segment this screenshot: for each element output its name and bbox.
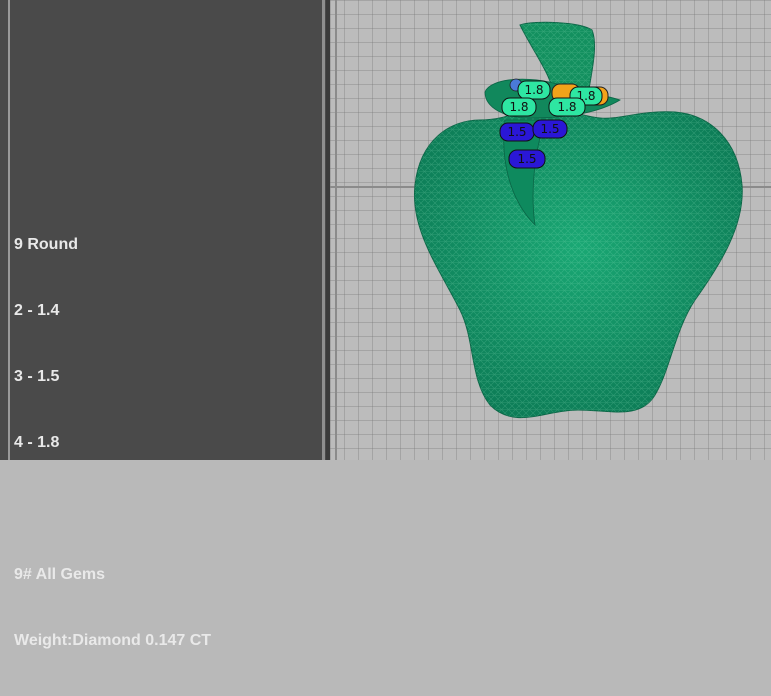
panel-right-border (322, 0, 325, 460)
gem-label-text: 1.5 (507, 125, 526, 139)
info-line: 9# All Gems (14, 566, 106, 583)
3d-viewport[interactable]: 1.8 1.8 1.8 1.8 1.5 1.5 1.5 (330, 0, 771, 460)
properties-panel: 9 Round 2 - 1.4 3 - 1.5 4 - 1.8 9# All G… (0, 0, 330, 649)
info-line: 3 - 1.5 (14, 368, 60, 385)
info-line: 9 Round (14, 236, 78, 253)
gem-labels-layer: 1.8 1.8 1.8 1.8 1.5 1.5 1.5 (499, 78, 609, 169)
info-line: Weight:Diamond 0.147 CT (14, 632, 212, 649)
gem-label[interactable]: 1.8 (501, 97, 537, 117)
panel-left-border (8, 0, 10, 460)
gem-label[interactable]: 1.8 (517, 80, 551, 100)
gem-label[interactable]: 1.5 (532, 119, 568, 139)
gem-label-text: 1.8 (557, 100, 576, 114)
gem-label-text: 1.5 (517, 152, 536, 166)
gem-label[interactable]: 1.8 (548, 97, 586, 117)
gem-label[interactable]: 1.5 (508, 149, 546, 169)
gem-label-text: 1.8 (524, 83, 543, 97)
info-line: 2 - 1.4 (14, 302, 60, 319)
info-line (14, 498, 211, 520)
info-line: 4 - 1.8 (14, 434, 60, 451)
gem-label[interactable]: 1.5 (499, 122, 535, 142)
gem-label-text: 1.5 (540, 122, 559, 136)
gem-label-text: 1.8 (509, 100, 528, 114)
gem-info-text: 9 Round 2 - 1.4 3 - 1.5 4 - 1.8 9# All G… (14, 190, 211, 696)
